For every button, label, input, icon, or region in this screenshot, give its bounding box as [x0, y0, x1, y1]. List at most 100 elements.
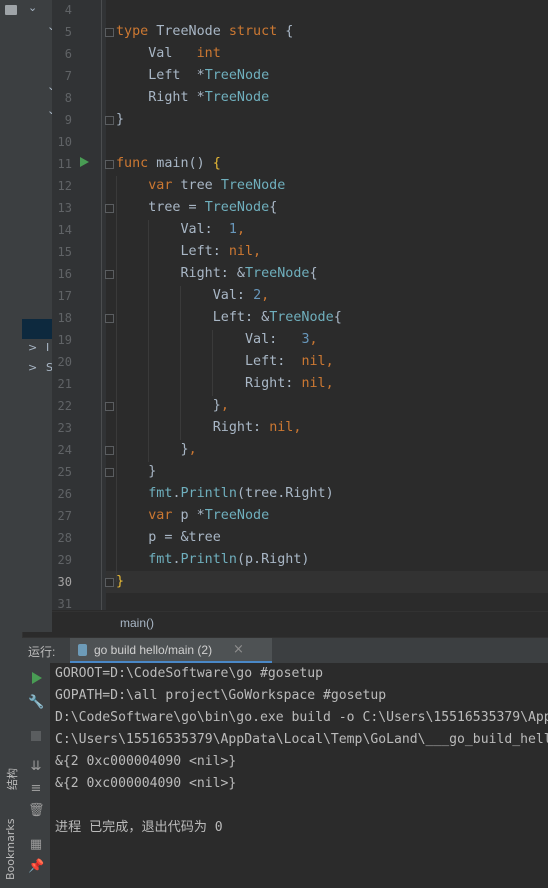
code-token: 1: [228, 222, 237, 237]
expand-chevron-icon[interactable]: ⌄: [28, 1, 37, 14]
code-line: Left *TreeNode: [116, 65, 269, 87]
line-number: 16: [57, 267, 72, 281]
fold-marker-icon[interactable]: [105, 402, 114, 411]
code-token: .: [172, 552, 181, 567]
scroll-to-end-icon[interactable]: ⇊: [28, 759, 44, 775]
fold-marker-icon[interactable]: [105, 204, 114, 213]
code-token: {: [212, 156, 221, 171]
fold-marker-icon[interactable]: [105, 270, 114, 279]
console-output[interactable]: GOROOT=D:\CodeSoftware\go #gosetup GOPAT…: [51, 663, 548, 888]
code-token: var: [148, 178, 173, 193]
line-number: 7: [64, 69, 72, 83]
code-line: fmt.Println(p.Right): [116, 549, 310, 571]
bookmarks-tab[interactable]: Bookmarks: [4, 819, 17, 880]
console-line: C:\Users\15516535379\AppData\Local\Temp\…: [55, 732, 548, 747]
code-line: Left: nil,: [116, 241, 261, 263]
run-gutter-icon[interactable]: [80, 157, 89, 167]
process-exit-message: 进程 已完成，退出代码为 0: [55, 820, 223, 835]
fold-marker-icon[interactable]: [105, 446, 114, 455]
go-file-icon: [78, 644, 87, 656]
code-token: ,: [236, 222, 245, 237]
line-number: 19: [57, 333, 72, 347]
line-number: 15: [57, 245, 72, 259]
soft-wrap-icon[interactable]: ≡: [28, 781, 44, 797]
code-token: }: [116, 398, 221, 413]
indent-guide: [116, 176, 117, 582]
code-token: TreeNode: [204, 68, 270, 83]
selected-tree-row[interactable]: [22, 319, 52, 339]
code-line: type TreeNode struct {: [116, 21, 293, 43]
layout-icon[interactable]: ▦: [28, 837, 44, 853]
code-line: Val: 2,: [116, 285, 269, 307]
code-token: Right: &: [116, 266, 245, 281]
line-number: 30: [57, 575, 72, 589]
fold-marker-icon[interactable]: [105, 160, 114, 169]
code-token: TreeNode: [204, 508, 270, 523]
close-icon[interactable]: ×: [233, 642, 244, 657]
breadcrumb-item[interactable]: main(): [120, 616, 154, 630]
code-token: func: [116, 156, 149, 171]
code-token: Val:: [116, 222, 229, 237]
code-token: (p.Right): [236, 552, 310, 567]
rerun-icon[interactable]: [32, 672, 42, 684]
line-number: 25: [57, 465, 72, 479]
structure-tab[interactable]: 结构: [4, 768, 20, 790]
trash-icon[interactable]: 🗑: [28, 803, 45, 819]
code-token: Println: [180, 552, 237, 567]
line-number: 22: [57, 399, 72, 413]
code-line: fmt.Println(tree.Right): [116, 483, 333, 505]
code-token: Right:: [116, 376, 302, 391]
line-number: 24: [57, 443, 72, 457]
code-line: }: [116, 571, 124, 593]
tree-item-chevron-icon[interactable]: >: [28, 341, 37, 354]
code-token: int: [196, 46, 221, 61]
fold-marker-icon[interactable]: [105, 468, 114, 477]
line-number: 9: [64, 113, 72, 127]
line-number: 5: [64, 25, 72, 39]
tree-item-label[interactable]: I: [46, 341, 49, 354]
code-line: Val: 1,: [116, 219, 245, 241]
tab-run-configuration[interactable]: go build hello/main (2) ×: [70, 638, 272, 664]
stop-icon[interactable]: [31, 731, 41, 741]
code-token: Left *: [116, 68, 205, 83]
code-line: func main() {: [116, 153, 221, 175]
line-number: 12: [57, 179, 72, 193]
code-token: }: [116, 112, 125, 127]
code-token: Val:: [116, 288, 254, 303]
code-token: struct: [228, 24, 278, 39]
code-token: Left:: [116, 244, 229, 259]
project-icon[interactable]: [5, 5, 17, 15]
code-line: Val int: [116, 43, 221, 65]
code-token: TreeNode: [269, 310, 334, 325]
code-token: Left: &: [116, 310, 270, 325]
code-token: Val:: [116, 332, 302, 347]
code-token: fmt: [148, 552, 173, 567]
fold-marker-icon[interactable]: [105, 116, 114, 125]
wrench-icon[interactable]: 🔧: [28, 695, 44, 711]
fold-marker-icon[interactable]: [105, 578, 114, 587]
line-number: 10: [57, 135, 72, 149]
code-token: {: [333, 310, 342, 325]
code-token: {: [309, 266, 318, 281]
tab-label: go build hello/main (2): [94, 643, 213, 657]
code-token: fmt: [148, 486, 173, 501]
line-number: 27: [57, 509, 72, 523]
run-panel-header: 运行: go build hello/main (2) ×: [22, 637, 548, 664]
console-line: GOPATH=D:\all project\GoWorkspace #goset…: [55, 688, 387, 703]
code-token: }: [116, 442, 189, 457]
line-number: 11: [57, 157, 72, 171]
code-token: main(): [148, 156, 213, 171]
fold-marker-icon[interactable]: [105, 28, 114, 37]
console-line: &{2 0xc000004090 <nil>}: [55, 754, 237, 769]
fold-marker-icon[interactable]: [105, 314, 114, 323]
code-token: ,: [188, 442, 197, 457]
code-token: TreeNode: [220, 178, 286, 193]
console-line: &{2 0xc000004090 <nil>}: [55, 776, 237, 791]
code-token: .: [172, 486, 181, 501]
tree-item-chevron-icon[interactable]: >: [28, 361, 37, 374]
pin-icon[interactable]: 📌: [28, 859, 44, 875]
code-token: TreeNode: [148, 24, 229, 39]
